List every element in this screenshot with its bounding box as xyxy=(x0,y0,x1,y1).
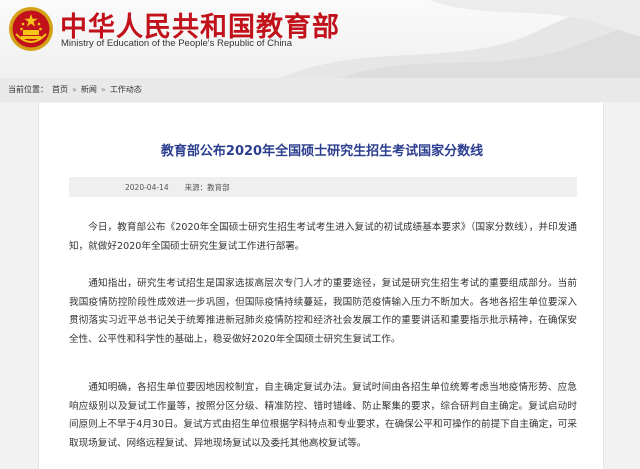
article-paragraph: 通知指出，研究生考试招生是国家选拔高层次专门人才的重要途径，复试是研究生招生考试… xyxy=(69,278,577,345)
breadcrumb-prefix: 当前位置： xyxy=(8,85,48,94)
breadcrumb-item-work-updates[interactable]: 工作动态 xyxy=(110,84,142,95)
breadcrumb-item-news[interactable]: 新闻 xyxy=(81,84,97,95)
article-date: 2020-04-14 xyxy=(125,182,169,192)
national-emblem-icon[interactable] xyxy=(8,6,54,52)
article-card: 教育部公布2020年全国硕士研究生招生考试国家分数线 2020-04-14 来源… xyxy=(38,103,604,469)
double-chevron-right-icon: » xyxy=(100,85,106,94)
article-paragraph: 通知明确，各招生单位要因地因校制宜，自主确定复试办法。复试时间由各招生单位统筹考… xyxy=(69,382,577,449)
article-paragraph: 今日，教育部公布《2020年全国硕士研究生招生考试考生进入复试的初试成绩基本要求… xyxy=(69,222,577,252)
article-source: 来源：教育部 xyxy=(184,182,230,192)
site-subtitle: Ministry of Education of the People's Re… xyxy=(61,38,292,49)
article-title: 教育部公布2020年全国硕士研究生招生考试国家分数线 xyxy=(160,144,484,159)
breadcrumb-bar: 当前位置： 首页 » 新闻 » 工作动态 xyxy=(0,78,640,102)
breadcrumb: 当前位置： 首页 » 新闻 » 工作动态 xyxy=(8,84,142,95)
site-header: 中华人民共和国教育部 Ministry of Education of the … xyxy=(0,0,640,78)
double-chevron-right-icon: » xyxy=(72,85,77,94)
breadcrumb-item-home[interactable]: 首页 xyxy=(52,84,68,95)
article-meta: 2020-04-14 来源：教育部 xyxy=(69,177,577,197)
